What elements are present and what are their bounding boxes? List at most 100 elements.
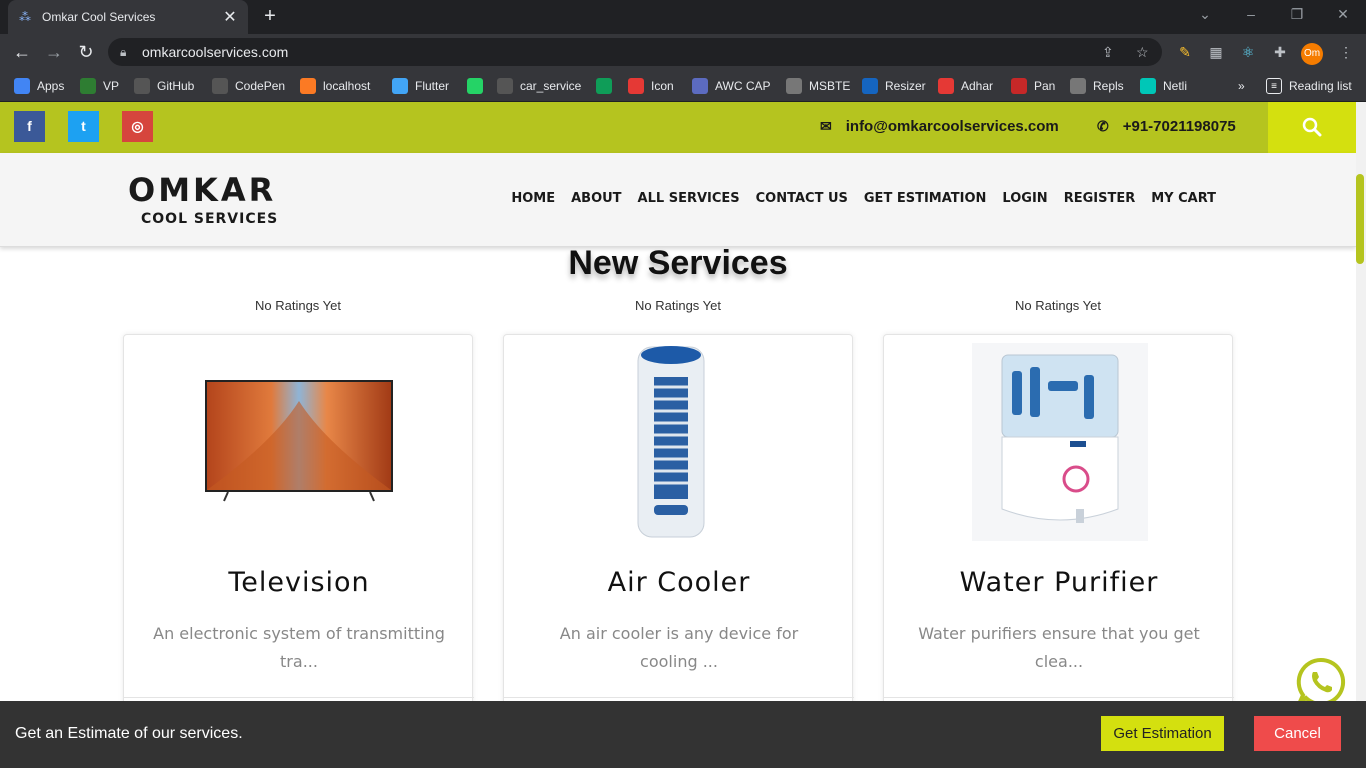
whatsapp-chat-button[interactable] xyxy=(1296,657,1346,707)
nav-link-home[interactable]: HOME xyxy=(511,191,555,206)
close-tab-icon[interactable]: ✕ xyxy=(222,7,238,27)
back-icon[interactable]: ← xyxy=(10,40,34,64)
site-topbar: f t ◎ ✉ info@omkarcoolservices.com ✆ +91… xyxy=(0,102,1356,153)
bookmark-label: Apps xyxy=(37,79,65,93)
reading-list-icon: ≡ xyxy=(1266,78,1282,94)
awc-icon xyxy=(692,78,708,94)
bookmark-item[interactable]: MSBTE xyxy=(786,76,850,96)
menu-kebab-icon[interactable]: ⋮ xyxy=(1336,42,1356,62)
apps-grid-icon xyxy=(14,78,30,94)
bookmark-item[interactable]: Repls xyxy=(1070,76,1124,96)
codepen-icon xyxy=(212,78,228,94)
sheets-icon xyxy=(596,78,612,94)
adhar-icon xyxy=(938,78,954,94)
nav-link-about[interactable]: ABOUT xyxy=(571,191,621,206)
bookmark-item[interactable]: AWC CAP xyxy=(692,76,771,96)
browser-tab[interactable]: ⁂ Omkar Cool Services ✕ xyxy=(8,0,248,34)
service-rating: No Ratings Yet xyxy=(634,298,721,313)
github-icon xyxy=(497,78,513,94)
page-scrollbar[interactable] xyxy=(1356,102,1366,768)
url-text: omkarcoolservices.com xyxy=(142,44,289,60)
more-bookmarks-button[interactable]: » xyxy=(1238,76,1245,96)
facebook-icon[interactable]: f xyxy=(14,111,45,142)
bookmark-item[interactable]: Adhar xyxy=(938,76,993,96)
service-title[interactable]: Television xyxy=(124,567,474,598)
extension-grid-icon[interactable]: ▦ xyxy=(1206,42,1226,62)
search-icon xyxy=(1302,117,1322,137)
site-logo[interactable]: OMKAR COOL SERVICES xyxy=(128,171,278,231)
service-card-television[interactable]: Television An electronic system of trans… xyxy=(123,334,474,714)
bookmark-label: Pan xyxy=(1034,79,1056,93)
cancel-button[interactable]: Cancel xyxy=(1254,716,1341,751)
bookmark-item[interactable] xyxy=(467,76,490,96)
bookmark-item[interactable]: Flutter xyxy=(392,76,449,96)
bookmark-item[interactable]: car_service xyxy=(497,76,581,96)
nav-link-register[interactable]: REGISTER xyxy=(1064,191,1136,206)
bookmark-label: VP xyxy=(103,79,120,93)
extension-pen-icon[interactable]: ✎ xyxy=(1175,42,1195,62)
television-image xyxy=(124,341,474,541)
bookmark-label: Repls xyxy=(1093,79,1124,93)
email-contact[interactable]: ✉ info@omkarcoolservices.com xyxy=(820,118,1059,135)
reading-list-button[interactable]: ≡ Reading list xyxy=(1266,76,1352,96)
service-title[interactable]: Water Purifier xyxy=(884,567,1234,598)
bookmark-item[interactable]: VP xyxy=(80,76,119,96)
bookmark-item[interactable]: Pan xyxy=(1011,76,1055,96)
nav-link-my-cart[interactable]: MY CART xyxy=(1151,191,1216,206)
bookmark-item[interactable]: localhost xyxy=(300,76,370,96)
forward-icon[interactable]: → xyxy=(42,40,66,64)
nav-link-all-services[interactable]: ALL SERVICES xyxy=(638,191,740,206)
nav-link-get-estimation[interactable]: GET ESTIMATION xyxy=(864,191,987,206)
service-card-air-cooler[interactable]: Air Cooler An air cooler is any device f… xyxy=(503,334,854,714)
nav-link-contact-us[interactable]: CONTACT US xyxy=(756,191,848,206)
repl-icon xyxy=(1070,78,1086,94)
twitter-icon[interactable]: t xyxy=(68,111,99,142)
extensions-puzzle-icon[interactable]: ✚ xyxy=(1270,42,1290,62)
bookmark-label: localhost xyxy=(323,79,371,93)
service-rating: No Ratings Yet xyxy=(1014,298,1101,313)
tab-search-icon[interactable]: ⌄ xyxy=(1195,6,1215,23)
bookmark-item[interactable]: CodePen xyxy=(212,76,285,96)
lock-icon: 🔒︎ xyxy=(120,45,127,59)
air-cooler-image xyxy=(504,341,854,541)
instagram-icon[interactable]: ◎ xyxy=(122,111,153,142)
bookmark-label: Netli xyxy=(1163,79,1188,93)
share-icon[interactable]: ⇪ xyxy=(1102,38,1114,66)
bookmark-label: Icon xyxy=(651,79,674,93)
window-close-icon[interactable]: ✕ xyxy=(1333,6,1353,23)
restore-icon[interactable]: ❐ xyxy=(1287,6,1307,23)
phone-contact[interactable]: ✆ +91-7021198075 xyxy=(1097,118,1236,135)
react-devtools-icon[interactable]: ⚛ xyxy=(1238,42,1258,62)
scrollbar-thumb[interactable] xyxy=(1356,174,1364,264)
address-bar[interactable]: 🔒︎ omkarcoolservices.com ⇪ ☆ xyxy=(108,38,1162,66)
bookmark-item[interactable]: Icon xyxy=(628,76,674,96)
service-rating: No Ratings Yet xyxy=(254,298,341,313)
msbte-icon xyxy=(786,78,802,94)
minimize-icon[interactable]: – xyxy=(1241,6,1261,22)
profile-avatar[interactable]: Om xyxy=(1301,43,1323,65)
reload-icon[interactable]: ↻ xyxy=(74,40,98,64)
bookmark-item[interactable]: Resizer xyxy=(862,76,926,96)
nav-link-login[interactable]: LOGIN xyxy=(1002,191,1047,206)
bookmark-item[interactable]: GitHub xyxy=(134,76,194,96)
service-description: Water purifiers ensure that you get clea… xyxy=(918,624,1200,671)
bookmark-item[interactable]: Apps xyxy=(14,76,64,96)
service-card-water-purifier[interactable]: Water Purifier Water purifiers ensure th… xyxy=(883,334,1234,714)
bookmark-star-icon[interactable]: ☆ xyxy=(1136,38,1149,66)
site-favicon-icon: ⁂ xyxy=(19,10,31,24)
github-icon xyxy=(134,78,150,94)
logo-wordmark: OMKAR xyxy=(128,171,277,209)
get-estimation-button[interactable]: Get Estimation xyxy=(1101,716,1224,751)
bookmark-item[interactable] xyxy=(596,76,619,96)
search-button[interactable] xyxy=(1268,102,1356,153)
bookmark-label: GitHub xyxy=(157,79,195,93)
bookmark-label: Resizer xyxy=(885,79,926,93)
service-title[interactable]: Air Cooler xyxy=(504,567,854,598)
bookmark-item[interactable]: Netli xyxy=(1140,76,1187,96)
new-tab-button[interactable]: + xyxy=(258,4,282,28)
xampp-icon xyxy=(300,78,316,94)
bookmark-label: car_service xyxy=(520,79,582,93)
main-nav: HOME ABOUT ALL SERVICES CONTACT US GET ESTIM… xyxy=(511,191,1216,206)
browser-toolbar: ← → ↻ 🔒︎ omkarcoolservices.com ⇪ ☆ ✎ ▦ ⚛… xyxy=(0,34,1366,70)
estimate-banner-text: Get an Estimate of our services. xyxy=(15,725,243,742)
